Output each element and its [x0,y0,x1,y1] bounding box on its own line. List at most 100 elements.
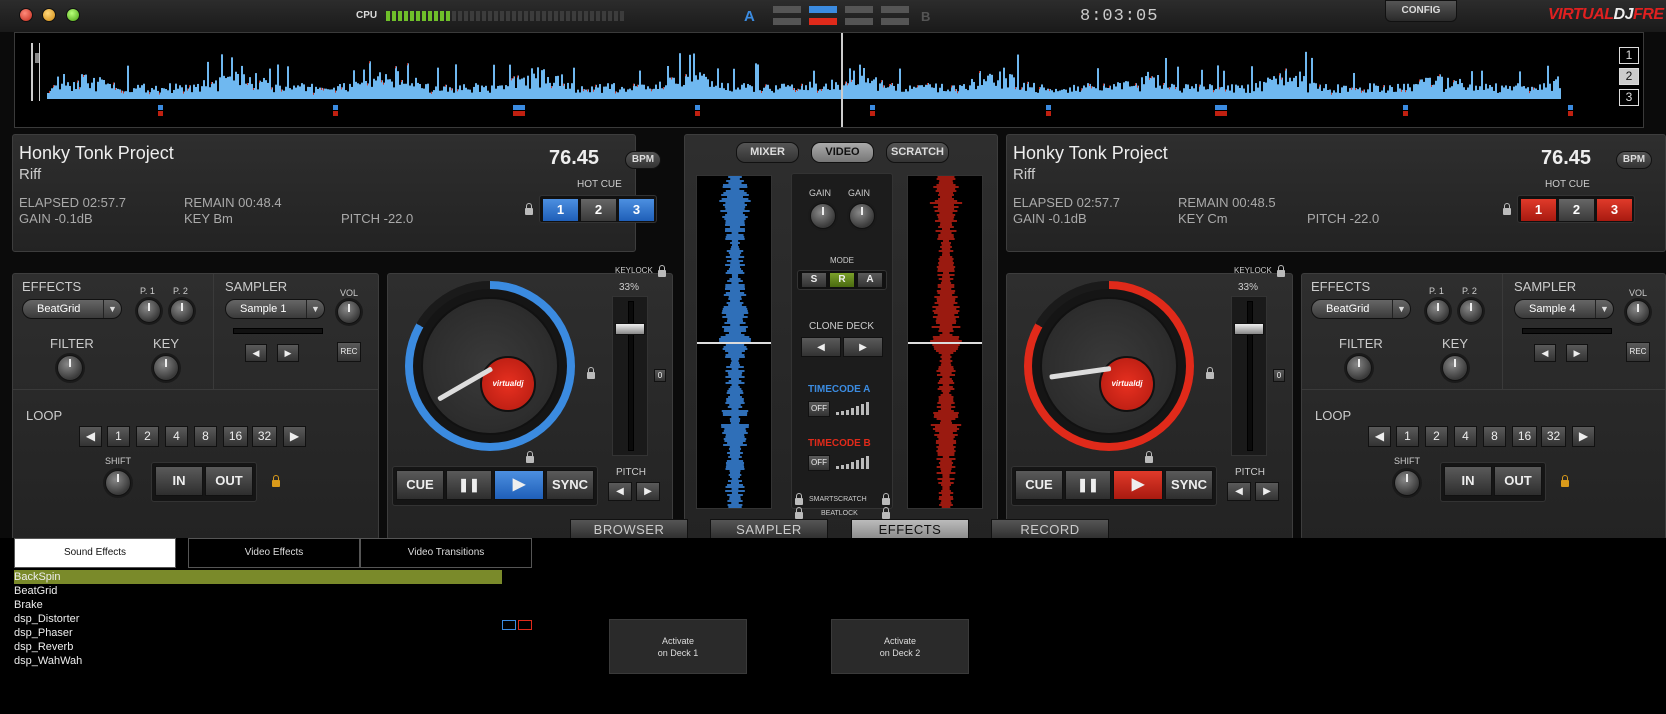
deck-b-loop-2-button[interactable]: 2 [1425,426,1448,447]
deck-b-loop-8-button[interactable]: 8 [1483,426,1506,447]
deck-b-pitch-range[interactable]: 33% [1238,282,1258,293]
beatlock-lock-b-icon[interactable] [882,507,890,519]
deck-b-play-button[interactable]: ▶ [1113,470,1163,500]
mode-r-button[interactable]: R [829,272,855,288]
sound-effects-tab[interactable]: Sound Effects [14,538,176,568]
crossfader-segment[interactable] [881,6,909,13]
deck-b-pitch-slider[interactable] [1231,296,1267,456]
deck-b-jog-wheel[interactable]: virtualdj [1024,281,1194,451]
deck-b-effect-dropdown[interactable]: BeatGrid ▼ [1311,299,1411,319]
deck-b-hot-cue-1-button[interactable]: 1 [1520,198,1557,222]
deck-b-sync-button[interactable]: SYNC [1165,470,1213,500]
deck-a-loop-prev-button[interactable]: ◀ [79,426,102,447]
crossfader-segment[interactable] [809,18,837,25]
smartscratch-lock-icon[interactable] [795,493,803,505]
video-transitions-tab[interactable]: Video Transitions [360,538,532,568]
activate-deck-2-button[interactable]: Activate on Deck 2 [831,619,969,674]
effects-list-item[interactable]: dsp_Distorter [14,612,502,626]
deck-b-loop-32-button[interactable]: 32 [1541,426,1566,447]
deck-b-p1-knob[interactable] [1426,299,1450,323]
deck-a-platter-lock-icon[interactable] [587,367,595,379]
overview-button-3[interactable]: 3 [1619,89,1639,106]
deck-a-loop-in-button[interactable]: IN [155,466,203,496]
deck-a-jog-wheel[interactable]: virtualdj [405,281,575,451]
waveform-overview[interactable]: 1 2 3 [14,32,1644,128]
deck-b-keylock-icon[interactable] [1277,265,1285,277]
beatlock-lock-icon[interactable] [795,507,803,519]
gain-a-knob[interactable] [810,203,836,229]
deck-a-loop-next-button[interactable]: ▶ [283,426,306,447]
deck-b-sample-dropdown[interactable]: Sample 4 ▼ [1514,299,1614,319]
deck-a-cue-button[interactable]: CUE [396,470,444,500]
deck-a-pitch-handle[interactable] [615,323,645,335]
deck-a-keylock-icon[interactable] [658,265,666,277]
timecode-a-off-button[interactable]: OFF [808,401,830,417]
crossfader-segment[interactable] [845,18,873,25]
timecode-b-off-button[interactable]: OFF [808,455,830,471]
effects-list-item[interactable]: Brake [14,598,502,612]
deck-a-loop-out-button[interactable]: OUT [205,466,253,496]
activate-deck-1-button[interactable]: Activate on Deck 1 [609,619,747,674]
deck-b-loop-1-button[interactable]: 1 [1396,426,1419,447]
deck-b-pitch-bend-down-button[interactable]: ◀ [1227,482,1251,501]
deck-a-loop-4-button[interactable]: 4 [165,426,188,447]
deck-a-sampler-vol-knob[interactable] [337,300,361,324]
maximize-window-button[interactable] [66,8,80,22]
deck-b-loop-4-button[interactable]: 4 [1454,426,1477,447]
video-effects-tab[interactable]: Video Effects [188,538,360,568]
config-button[interactable]: CONFIG [1385,0,1457,22]
deck-b-pause-button[interactable]: ❚❚ [1065,470,1111,500]
deck-a-pitch-reset-button[interactable]: 0 [654,369,666,382]
effects-list-item[interactable]: dsp_Reverb [14,640,502,654]
crossfader-segment[interactable] [773,6,801,13]
deck-a-loop-8-button[interactable]: 8 [194,426,217,447]
deck-a-assign-icon[interactable] [502,620,516,630]
deck-b-hot-cue-2-button[interactable]: 2 [1558,198,1595,222]
deck-a-bpm-button[interactable]: BPM [625,151,661,169]
deck-a-key-knob[interactable] [153,355,179,381]
deck-a-p2-knob[interactable] [170,299,194,323]
deck-a-sample-dropdown[interactable]: Sample 1 ▼ [225,299,325,319]
effects-list-item[interactable]: BackSpin [14,570,502,584]
deck-b-shift-knob[interactable] [1394,470,1420,496]
scratch-tab[interactable]: SCRATCH [886,142,949,163]
crossfader-segment[interactable] [773,18,801,25]
deck-b-bpm-button[interactable]: BPM [1616,151,1652,169]
deck-a-loop-2-button[interactable]: 2 [136,426,159,447]
crossfader-segment[interactable] [881,18,909,25]
deck-b-hot-cue-lock-icon[interactable] [1503,203,1511,215]
mixer-tab[interactable]: MIXER [736,142,799,163]
deck-b-pitch-reset-button[interactable]: 0 [1273,369,1285,382]
crossfader-segment[interactable] [809,6,837,13]
deck-a-hot-cue-1-button[interactable]: 1 [542,198,579,222]
deck-b-pitch-bend-up-button[interactable]: ▶ [1255,482,1279,501]
deck-a-pitch-bend-up-button[interactable]: ▶ [636,482,660,501]
deck-b-loop-16-button[interactable]: 16 [1512,426,1537,447]
minimize-window-button[interactable] [42,8,56,22]
deck-a-sampler-rec-button[interactable]: REC [337,342,361,362]
deck-b-sample-prev-button[interactable]: ◀ [1534,344,1556,362]
deck-b-key-knob[interactable] [1442,355,1468,381]
deck-a-hot-cue-lock-icon[interactable] [525,203,533,215]
deck-b-loop-prev-button[interactable]: ◀ [1368,426,1391,447]
deck-a-pause-button[interactable]: ❚❚ [446,470,492,500]
deck-b-pitch-handle[interactable] [1234,323,1264,335]
deck-a-sync-button[interactable]: SYNC [546,470,594,500]
overview-button-1[interactable]: 1 [1619,47,1639,64]
mode-a-button[interactable]: A [857,272,883,288]
deck-a-pitch-slider[interactable] [612,296,648,456]
deck-a-effect-dropdown[interactable]: BeatGrid ▼ [22,299,122,319]
deck-a-pitch-bend-down-button[interactable]: ◀ [608,482,632,501]
clone-right-button[interactable]: ▶ [843,337,883,357]
mode-s-button[interactable]: S [801,272,827,288]
deck-b-platter-lock-icon[interactable] [1206,367,1214,379]
deck-b-sample-next-button[interactable]: ▶ [1566,344,1588,362]
record-tab[interactable]: RECORD [991,519,1109,539]
deck-b-cue-button[interactable]: CUE [1015,470,1063,500]
deck-a-pitch-range[interactable]: 33% [619,282,639,293]
deck-a-sample-next-button[interactable]: ▶ [277,344,299,362]
deck-a-p1-knob[interactable] [137,299,161,323]
deck-b-sampler-vol-knob[interactable] [1626,300,1650,324]
crossfader-segment[interactable] [845,6,873,13]
effects-list-item[interactable]: BeatGrid [14,584,502,598]
